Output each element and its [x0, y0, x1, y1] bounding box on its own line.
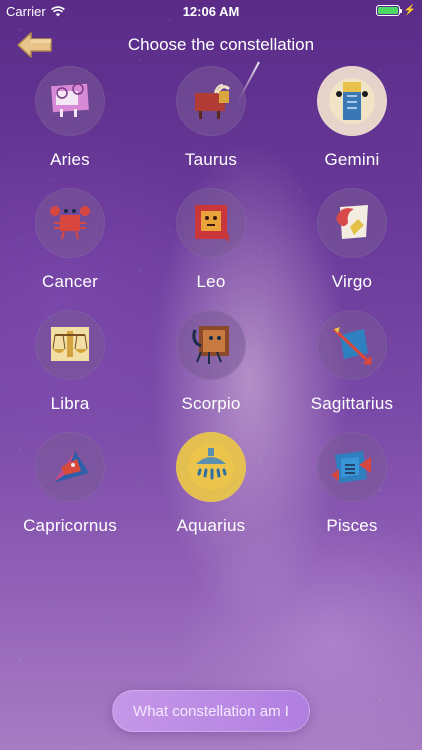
sign-circle: [176, 432, 246, 502]
sign-aries[interactable]: Aries: [0, 62, 140, 182]
virgo-icon: [336, 205, 368, 239]
sign-circle: [176, 188, 246, 258]
sign-leo[interactable]: Leo: [141, 184, 281, 304]
sign-capricornus[interactable]: Capricornus: [0, 428, 140, 548]
sign-label: Sagittarius: [310, 394, 394, 413]
battery-icon: [375, 5, 402, 16]
sign-circle: [317, 432, 387, 502]
what-constellation-button[interactable]: What constellation am I: [112, 690, 310, 732]
sign-label: Gemini: [324, 150, 380, 169]
sign-libra[interactable]: Libra: [0, 306, 140, 426]
status-time: 12:06 AM: [182, 4, 240, 19]
header: Choose the constellation: [0, 28, 422, 62]
sign-label: Pisces: [326, 516, 378, 535]
sign-label: Leo: [196, 272, 226, 291]
sign-label: Cancer: [41, 272, 98, 291]
sign-scorpio[interactable]: Scorpio: [141, 306, 281, 426]
status-bar: Carrier 12:06 AM ⚡: [0, 0, 422, 22]
scorpio-icon: [192, 326, 229, 364]
sign-circle: [35, 432, 105, 502]
capricornus-icon: [53, 451, 89, 483]
sign-label: Capricornus: [23, 516, 117, 535]
sign-sagittarius[interactable]: Sagittarius: [282, 306, 422, 426]
charging-bolt-icon: ⚡: [403, 5, 416, 16]
sign-circle: [35, 66, 105, 136]
sign-pisces[interactable]: Pisces: [282, 428, 422, 548]
page-title: Choose the constellation: [127, 35, 315, 54]
libra-icon: [51, 327, 89, 361]
sign-gemini[interactable]: Gemini: [282, 62, 422, 182]
sign-circle: [317, 66, 387, 136]
sign-circle: [176, 310, 246, 380]
sign-circle: [317, 188, 387, 258]
gemini-icon: [329, 78, 375, 124]
sagittarius-icon: [332, 327, 372, 365]
pisces-icon: [331, 451, 371, 483]
cancer-icon: [50, 206, 90, 240]
sign-label: Taurus: [184, 150, 238, 169]
sign-circle: [176, 66, 246, 136]
sign-taurus[interactable]: Taurus: [141, 62, 281, 182]
leo-icon: [195, 205, 230, 242]
status-right: ⚡: [375, 5, 416, 16]
sign-aquarius[interactable]: Aquarius: [141, 428, 281, 548]
aquarius-icon: [188, 444, 234, 490]
sign-label: Libra: [50, 394, 90, 413]
sign-circle: [35, 188, 105, 258]
sign-circle: [35, 310, 105, 380]
sign-cancer[interactable]: Cancer: [0, 184, 140, 304]
sign-circle: [317, 310, 387, 380]
sign-virgo[interactable]: Virgo: [282, 184, 422, 304]
taurus-icon: [195, 84, 231, 119]
aries-icon: [51, 83, 89, 117]
sign-label: Aquarius: [176, 516, 246, 535]
sign-label: Scorpio: [181, 394, 241, 413]
sign-label: Aries: [50, 150, 90, 169]
sign-label: Virgo: [331, 272, 373, 291]
